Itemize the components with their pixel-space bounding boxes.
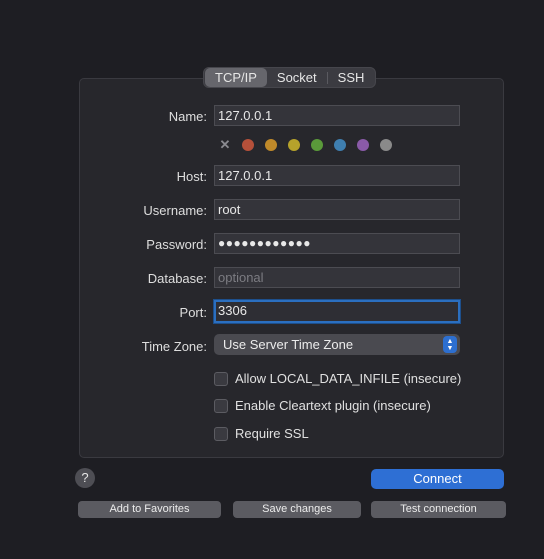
close-icon[interactable]: ✕ (219, 138, 231, 151)
help-button[interactable]: ? (75, 468, 95, 488)
timezone-value: Use Server Time Zone (223, 337, 354, 352)
tab-ssh[interactable]: SSH (328, 68, 375, 87)
connection-window: TCP/IP Socket SSH Name: 127.0.0.1 ✕ Host… (0, 0, 544, 559)
cleartext-label: Enable Cleartext plugin (insecure) (235, 398, 431, 413)
name-label: Name: (168, 109, 207, 124)
timezone-select[interactable]: Use Server Time Zone ▲ ▼ (214, 334, 460, 355)
cleartext-option[interactable]: Enable Cleartext plugin (insecure) (214, 398, 431, 413)
password-label: Password: (146, 237, 207, 252)
username-field[interactable]: root (214, 199, 460, 220)
connect-button[interactable]: Connect (371, 469, 504, 489)
color-swatch-purple[interactable] (357, 139, 369, 151)
host-field[interactable]: 127.0.0.1 (214, 165, 460, 186)
username-label: Username: (143, 203, 207, 218)
require-ssl-option[interactable]: Require SSL (214, 426, 309, 441)
database-field[interactable]: optional (214, 267, 460, 288)
color-swatch-yellow[interactable] (288, 139, 300, 151)
color-swatch-red[interactable] (242, 139, 254, 151)
cleartext-checkbox[interactable] (214, 398, 228, 413)
color-picker: ✕ (219, 138, 392, 151)
database-label: Database: (147, 271, 207, 286)
test-connection-button[interactable]: Test connection (371, 501, 506, 518)
timezone-label: Time Zone: (141, 339, 207, 354)
name-field[interactable]: 127.0.0.1 (214, 105, 460, 126)
require-ssl-checkbox[interactable] (214, 426, 228, 441)
tab-tcp-ip[interactable]: TCP/IP (205, 68, 267, 87)
port-label: Port: (179, 305, 207, 320)
local-infile-label: Allow LOCAL_DATA_INFILE (insecure) (235, 371, 462, 386)
chevron-updown-icon: ▲ ▼ (443, 336, 457, 353)
color-swatch-blue[interactable] (334, 139, 346, 151)
require-ssl-label: Require SSL (235, 426, 309, 441)
local-infile-option[interactable]: Allow LOCAL_DATA_INFILE (insecure) (214, 371, 461, 386)
add-to-favorites-button[interactable]: Add to Favorites (78, 501, 221, 518)
local-infile-checkbox[interactable] (214, 371, 228, 386)
color-swatch-orange[interactable] (265, 139, 277, 151)
color-swatch-green[interactable] (311, 139, 323, 151)
port-field[interactable]: 3306 (214, 300, 460, 323)
connection-type-tabs: TCP/IP Socket SSH (203, 67, 377, 88)
save-changes-button[interactable]: Save changes (233, 501, 361, 518)
password-field[interactable]: ●●●●●●●●●●●● (214, 233, 460, 254)
host-label: Host: (176, 169, 207, 184)
color-swatch-gray[interactable] (380, 139, 392, 151)
tab-socket[interactable]: Socket (267, 68, 327, 87)
